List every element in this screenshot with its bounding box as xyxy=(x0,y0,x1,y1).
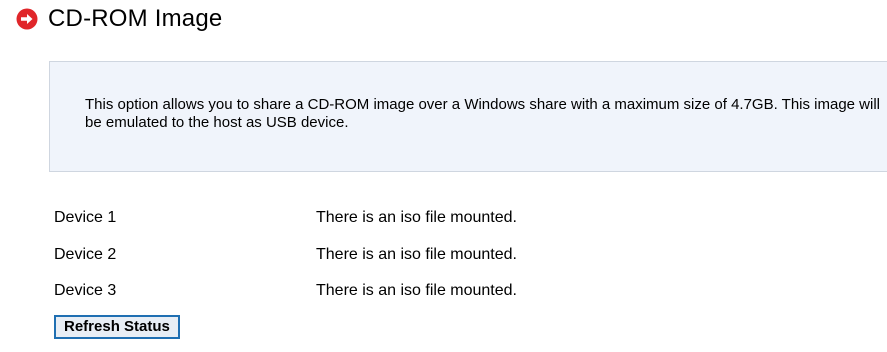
device-label: Device 1 xyxy=(54,209,117,226)
device-label: Device 2 xyxy=(54,246,117,263)
device-row: Device 1 There is an iso file mounted. xyxy=(54,208,854,228)
device-row: Device 3 There is an iso file mounted. xyxy=(54,281,854,301)
device-status: There is an iso file mounted. xyxy=(316,209,517,226)
device-row: Device 2 There is an iso file mounted. xyxy=(54,245,854,265)
page-header: CD-ROM Image xyxy=(16,4,222,34)
red-circle-arrow-icon xyxy=(16,8,38,30)
page-title: CD-ROM Image xyxy=(48,5,223,32)
refresh-status-button[interactable]: Refresh Status xyxy=(54,315,180,339)
info-box: This option allows you to share a CD-ROM… xyxy=(49,61,887,172)
device-label: Device 3 xyxy=(54,282,117,299)
device-status: There is an iso file mounted. xyxy=(316,282,517,299)
info-description: This option allows you to share a CD-ROM… xyxy=(85,96,881,131)
device-status: There is an iso file mounted. xyxy=(316,246,517,263)
